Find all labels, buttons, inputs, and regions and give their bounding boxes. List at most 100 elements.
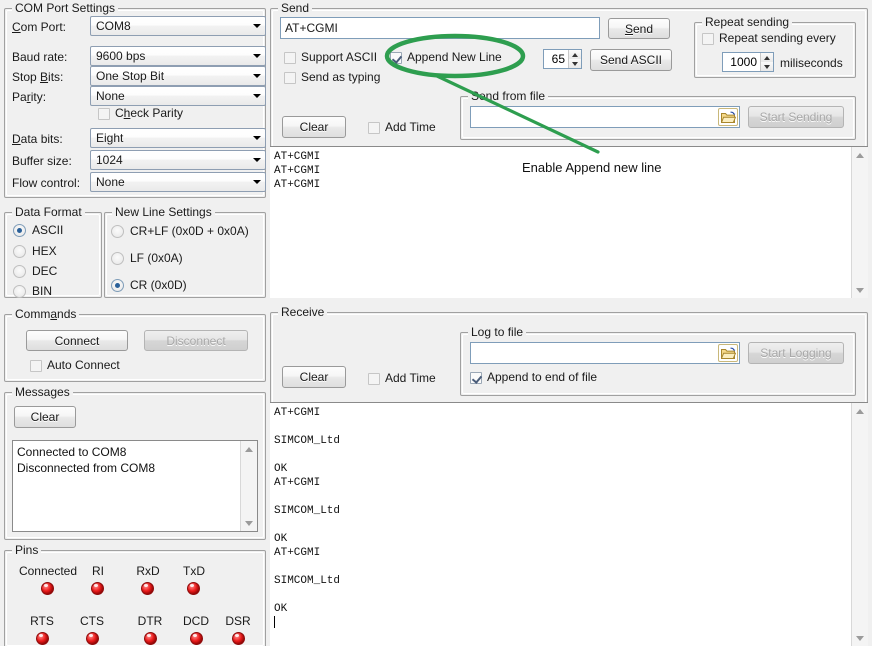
pin-label-dsr: DSR (222, 614, 254, 628)
radio-ascii[interactable]: ASCII (13, 224, 63, 237)
radio-lf[interactable]: LF (0x0A) (111, 252, 183, 265)
scroll-down-icon[interactable] (241, 515, 257, 531)
pin-led-dsr (232, 632, 245, 645)
disconnect-button[interactable]: Disconnect (144, 330, 248, 351)
text-caret (274, 616, 275, 628)
send-clear-button[interactable]: Clear (282, 116, 346, 138)
append-to-end-of-file-checkbox[interactable]: Append to end of file (470, 371, 597, 384)
send-command-input[interactable]: AT+CGMI (280, 17, 600, 39)
log-to-file-path-input[interactable] (470, 342, 740, 364)
radio-dot[interactable] (111, 279, 124, 292)
checkbox-box[interactable] (98, 108, 110, 120)
data-format-title: Data Format (12, 206, 85, 219)
ascii-code-spinner[interactable]: 65 (543, 49, 582, 69)
spinner-down-icon[interactable] (569, 59, 581, 68)
baud-rate-combo[interactable]: 9600 bps (90, 46, 266, 66)
data-bits-value: Eight (91, 131, 248, 145)
radio-crlf[interactable]: CR+LF (0x0D + 0x0A) (111, 225, 249, 238)
checkbox-box[interactable] (30, 360, 42, 372)
radio-lf-label: LF (0x0A) (130, 252, 183, 265)
start-logging-button[interactable]: Start Logging (748, 342, 844, 364)
pin-led-dcd (190, 632, 203, 645)
receive-log-text: AT+CGMI SIMCOM_Ltd OK AT+CGMI SIMCOM_Ltd… (270, 403, 851, 646)
receive-log[interactable]: AT+CGMI SIMCOM_Ltd OK AT+CGMI SIMCOM_Ltd… (270, 402, 868, 646)
scroll-up-icon[interactable] (852, 147, 868, 163)
new-line-settings-title: New Line Settings (112, 206, 215, 219)
chevron-down-icon[interactable] (248, 173, 265, 191)
receive-add-time-checkbox[interactable]: Add Time (368, 372, 436, 385)
checkbox-box[interactable] (702, 33, 714, 45)
scroll-down-icon[interactable] (852, 282, 868, 298)
auto-connect-label: Auto Connect (47, 359, 120, 372)
send-from-file-path-input[interactable] (470, 106, 740, 128)
pin-label-dcd: DCD (180, 614, 212, 628)
radio-dec[interactable]: DEC (13, 265, 57, 278)
chevron-down-icon[interactable] (248, 17, 265, 35)
checkbox-box[interactable] (284, 72, 296, 84)
support-ascii-checkbox[interactable]: Support ASCII (284, 51, 377, 64)
send-as-typing-checkbox[interactable]: Send as typing (284, 71, 380, 84)
connect-button[interactable]: Connect (26, 330, 128, 351)
messages-log[interactable]: Connected to COM8 Disconnected from COM8 (12, 440, 258, 532)
radio-dot[interactable] (111, 252, 124, 265)
flow-control-combo[interactable]: None (90, 172, 266, 192)
send-ascii-button[interactable]: Send ASCII (590, 49, 672, 71)
scroll-down-icon[interactable] (852, 630, 868, 646)
spinner-up-icon[interactable] (569, 50, 581, 59)
repeat-interval-spinner[interactable]: 1000 (722, 52, 774, 72)
radio-dot[interactable] (13, 285, 26, 298)
buffer-size-combo[interactable]: 1024 (90, 150, 266, 170)
com-port-value: COM8 (91, 19, 248, 33)
send-log-scrollbar[interactable] (851, 147, 868, 298)
receive-log-scrollbar[interactable] (851, 403, 868, 646)
receive-clear-button[interactable]: Clear (282, 366, 346, 388)
parity-combo[interactable]: None (90, 86, 266, 106)
append-new-line-checkbox[interactable]: Append New Line (390, 51, 502, 64)
checkbox-box[interactable] (368, 122, 380, 134)
spinner-buttons[interactable] (568, 50, 581, 68)
pin-led-cts (86, 632, 99, 645)
data-bits-combo[interactable]: Eight (90, 128, 266, 148)
buffer-size-value: 1024 (91, 153, 248, 167)
repeat-sending-checkbox[interactable]: Repeat sending every (702, 32, 836, 45)
chevron-down-icon[interactable] (248, 87, 265, 105)
receive-title: Receive (278, 306, 327, 319)
spinner-up-icon[interactable] (761, 53, 773, 62)
chevron-down-icon[interactable] (248, 67, 265, 85)
support-ascii-label: Support ASCII (301, 51, 377, 64)
receive-add-time-label: Add Time (385, 372, 436, 385)
com-port-combo[interactable]: COM8 (90, 16, 266, 36)
radio-hex-label: HEX (32, 245, 57, 258)
auto-connect-checkbox[interactable]: Auto Connect (30, 359, 120, 372)
start-sending-button[interactable]: Start Sending (748, 106, 844, 128)
label-flow-control: Flow control: (12, 176, 80, 190)
chevron-down-icon[interactable] (248, 129, 265, 147)
scroll-up-icon[interactable] (241, 441, 257, 457)
radio-cr[interactable]: CR (0x0D) (111, 279, 187, 292)
chevron-down-icon[interactable] (248, 151, 265, 169)
send-button[interactable]: Send (608, 18, 670, 39)
spinner-buttons[interactable] (760, 53, 773, 71)
scroll-up-icon[interactable] (852, 403, 868, 419)
radio-dot[interactable] (111, 225, 124, 238)
checkbox-box[interactable] (470, 372, 482, 384)
spinner-down-icon[interactable] (761, 62, 773, 71)
chevron-down-icon[interactable] (248, 47, 265, 65)
radio-dot[interactable] (13, 245, 26, 258)
radio-dot[interactable] (13, 224, 26, 237)
checkbox-box[interactable] (284, 52, 296, 64)
messages-scrollbar[interactable] (240, 441, 257, 531)
folder-open-icon[interactable] (718, 108, 738, 126)
radio-bin[interactable]: BIN (13, 285, 52, 298)
stop-bits-combo[interactable]: One Stop Bit (90, 66, 266, 86)
check-parity-checkbox[interactable]: Check Parity (98, 107, 183, 120)
checkbox-box[interactable] (368, 373, 380, 385)
baud-rate-value: 9600 bps (91, 49, 248, 63)
checkbox-box[interactable] (390, 52, 402, 64)
send-add-time-checkbox[interactable]: Add Time (368, 121, 436, 134)
radio-hex[interactable]: HEX (13, 245, 57, 258)
radio-dot[interactable] (13, 265, 26, 278)
folder-open-icon[interactable] (718, 344, 738, 362)
com-port-settings-group: COM Port Settings Com Port: COM8 Baud ra… (4, 2, 266, 198)
messages-clear-button[interactable]: Clear (14, 406, 76, 428)
